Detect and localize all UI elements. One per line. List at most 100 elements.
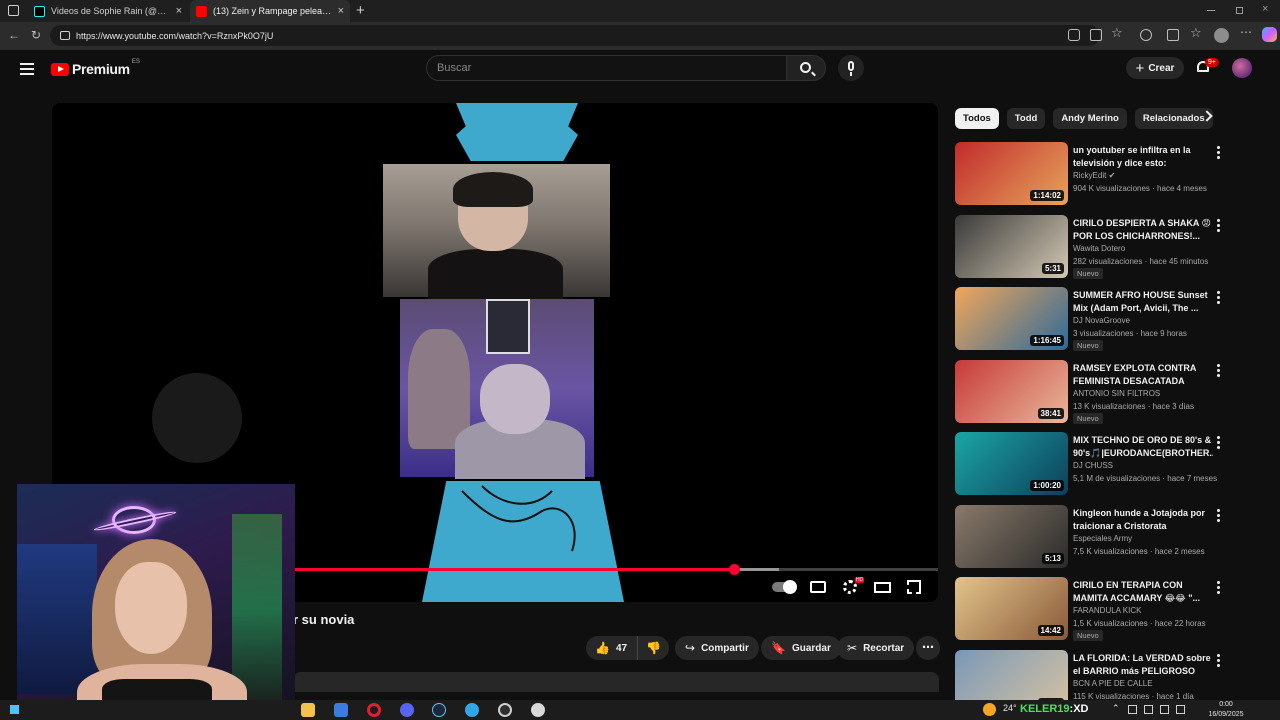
clip-button[interactable]: ✂ Recortar	[837, 636, 915, 660]
file-explorer-icon[interactable]	[301, 703, 315, 717]
network-icon[interactable]	[1160, 705, 1169, 714]
channel-name[interactable]: FARANDULA KICK	[1073, 606, 1141, 615]
translate-icon[interactable]	[1068, 29, 1080, 41]
voice-search-button[interactable]	[838, 55, 864, 81]
settings-menu-icon[interactable]: ⋯	[1240, 25, 1252, 39]
more-options-icon[interactable]	[1217, 436, 1221, 451]
recommendation-item[interactable]: 14:42 CIRILO EN TERAPIA CON MAMITA ACCAMA…	[955, 577, 1255, 641]
video-thumbnail[interactable]: 1:16:45	[955, 287, 1068, 350]
profile-icon[interactable]	[1214, 28, 1229, 43]
tray-app-icon[interactable]	[1144, 705, 1153, 714]
channel-name[interactable]: BCN A PIE DE CALLE	[1073, 679, 1153, 688]
tray-chevron-icon[interactable]: ⌃	[1112, 703, 1120, 714]
favorites-icon[interactable]: ☆	[1190, 25, 1202, 41]
recommendation-item[interactable]: 38:41 RAMSEY EXPLOTA CONTRA FEMINISTA DES…	[955, 359, 1255, 424]
close-window-icon[interactable]: ×	[1262, 3, 1268, 15]
apps-icon[interactable]	[1090, 29, 1102, 41]
create-button[interactable]: + Crear	[1126, 57, 1184, 79]
close-tab-icon[interactable]: ×	[338, 5, 344, 17]
more-options-icon[interactable]	[1217, 363, 1221, 379]
video-thumbnail[interactable]: 1:14:02	[955, 142, 1068, 205]
opera-icon[interactable]	[367, 703, 381, 717]
more-options-icon[interactable]	[1217, 581, 1221, 596]
recommendation-item[interactable]: 5:31 CIRILO DESPIERTA A SHAKA 😡 POR LOS C…	[955, 214, 1255, 279]
recommendation-title[interactable]: MIX TECHNO DE ORO DE 80's & 90's🎵|EURODA…	[1073, 434, 1213, 460]
channel-name[interactable]: Especiales Army	[1073, 534, 1132, 543]
chip-todos[interactable]: Todos	[955, 108, 999, 129]
recommendation-title[interactable]: CIRILO EN TERAPIA CON MAMITA ACCAMARY 😂😂…	[1073, 579, 1213, 605]
chatgpt-icon[interactable]	[531, 703, 545, 717]
autoplay-toggle[interactable]	[772, 580, 797, 594]
video-thumbnail[interactable]: 5:31	[955, 214, 1068, 278]
favorite-star-icon[interactable]: ☆	[1111, 25, 1123, 41]
video-thumbnail[interactable]: 1:00:20	[955, 432, 1068, 495]
recommendation-title[interactable]: Kingleon hunde a Jotajoda por traicionar…	[1073, 507, 1213, 533]
description-box[interactable]	[293, 672, 939, 692]
recommendation-title[interactable]: RAMSEY EXPLOTA CONTRA FEMINISTA DESACATA…	[1073, 362, 1213, 388]
recommendation-item[interactable]: 5:13 Kingleon hunde a Jotajoda por traici…	[955, 504, 1255, 569]
tray-app-icon[interactable]	[1128, 705, 1137, 714]
channel-name[interactable]: Wawita Dotero	[1073, 244, 1125, 253]
chip-relacionados[interactable]: Relacionados	[1134, 108, 1213, 129]
scrubber-handle[interactable]	[729, 564, 741, 575]
fullscreen-icon[interactable]	[907, 580, 921, 594]
more-options-icon[interactable]	[1217, 653, 1221, 669]
like-dislike-group: 👍 47 👎	[586, 636, 669, 660]
close-tab-icon[interactable]: ×	[176, 5, 182, 17]
copilot-icon[interactable]	[1262, 27, 1277, 42]
new-tab-button[interactable]: +	[356, 2, 365, 19]
window-menu-icon[interactable]	[8, 5, 19, 16]
recommendation-item[interactable]: 1:16:45 SUMMER AFRO HOUSE Sunset Mix (Ada…	[955, 287, 1255, 351]
recommendation-title[interactable]: CIRILO DESPIERTA A SHAKA 😡 POR LOS CHICH…	[1073, 217, 1213, 243]
youtube-premium-logo[interactable]: Premium ES	[51, 59, 140, 77]
extensions-icon[interactable]	[1140, 29, 1152, 41]
restore-icon[interactable]	[1236, 7, 1243, 14]
start-icon[interactable]	[10, 705, 19, 714]
search-button[interactable]	[786, 55, 826, 81]
minimize-icon[interactable]	[1207, 10, 1215, 11]
new-badge: Nuevo	[1073, 412, 1103, 424]
edge-icon[interactable]	[465, 703, 479, 717]
volume-icon[interactable]	[1176, 705, 1185, 714]
more-options-icon[interactable]	[1217, 218, 1221, 234]
browser-tab[interactable]: Videos de Sophie Rain (@sophie... ×	[28, 0, 188, 22]
chip-andy-merino[interactable]: Andy Merino	[1053, 108, 1127, 129]
calendar-app-icon[interactable]	[334, 703, 348, 717]
address-bar[interactable]: https://www.youtube.com/watch?v=RznxPk0O…	[50, 25, 1100, 46]
browser-tab-active[interactable]: (13) Zein y Rampage peleados co... ×	[190, 0, 350, 22]
channel-name[interactable]: RickyEdit ✔	[1073, 171, 1115, 180]
recommendation-item[interactable]: 1:14:02 un youtuber se infiltra en la tel…	[955, 142, 1255, 206]
share-button[interactable]: ↪ Compartir	[675, 636, 759, 660]
channel-name[interactable]: ANTONIO SIN FILTROS	[1073, 389, 1160, 398]
channel-name[interactable]: DJ CHUSS	[1073, 461, 1113, 470]
browser-essentials-icon[interactable]	[1167, 29, 1179, 41]
recommendation-title[interactable]: SUMMER AFRO HOUSE Sunset Mix (Adam Port,…	[1073, 289, 1213, 315]
reload-icon[interactable]: ↻	[31, 28, 41, 42]
recommendation-title[interactable]: LA FLORIDA: La VERDAD sobre el BARRIO má…	[1073, 652, 1213, 678]
theater-mode-icon[interactable]	[874, 582, 891, 593]
taskbar-clock[interactable]: 0:00 16/09/2025	[1200, 700, 1252, 720]
video-thumbnail[interactable]: 5:13	[955, 504, 1068, 568]
channel-name[interactable]: DJ NovaGroove	[1073, 316, 1130, 325]
dislike-button[interactable]: 👎	[638, 641, 669, 655]
chip-todd[interactable]: Todd	[1006, 108, 1046, 129]
subtitles-icon[interactable]	[810, 581, 826, 593]
discord-icon[interactable]	[400, 703, 414, 717]
menu-icon[interactable]	[20, 63, 34, 78]
like-button[interactable]: 👍 47	[586, 636, 638, 660]
video-thumbnail[interactable]: 38:41	[955, 359, 1068, 423]
obs-icon[interactable]	[498, 703, 512, 717]
site-info-icon[interactable]	[60, 31, 70, 40]
avatar[interactable]	[1232, 58, 1252, 78]
search-input[interactable]	[437, 62, 787, 74]
save-button[interactable]: 🔖 Guardar	[761, 636, 841, 660]
more-options-icon[interactable]	[1217, 508, 1221, 524]
recommendation-item[interactable]: 1:00:20 MIX TECHNO DE ORO DE 80's & 90's🎵…	[955, 432, 1255, 496]
more-options-icon[interactable]	[1217, 291, 1221, 306]
video-thumbnail[interactable]: 14:42	[955, 577, 1068, 640]
steam-icon[interactable]	[432, 703, 446, 717]
back-icon[interactable]: ←	[8, 28, 20, 42]
more-options-icon[interactable]	[1217, 146, 1221, 161]
recommendation-title[interactable]: un youtuber se infiltra en la televisión…	[1073, 144, 1213, 170]
more-actions-button[interactable]: ⋯	[916, 636, 940, 660]
